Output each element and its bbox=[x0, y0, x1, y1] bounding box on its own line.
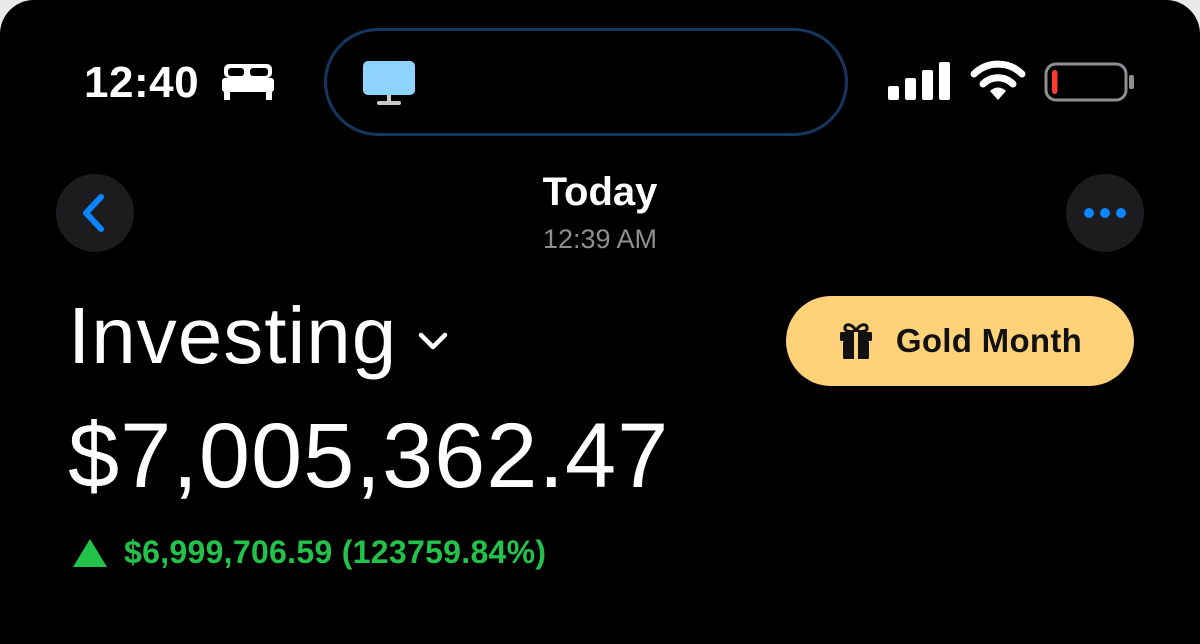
dynamic-island[interactable] bbox=[324, 28, 848, 136]
more-button[interactable] bbox=[1066, 174, 1144, 252]
page-title: Today bbox=[542, 170, 658, 214]
cellular-signal-icon bbox=[888, 62, 950, 100]
up-triangle-icon bbox=[73, 538, 107, 567]
battery-low-icon bbox=[1044, 62, 1134, 102]
change-value: $6,999,706.59 (123759.84%) bbox=[124, 534, 547, 570]
gold-month-button[interactable]: Gold Month bbox=[786, 296, 1134, 386]
phone-screen: 12:40 Today 12:39 AM Investing Gold Mont… bbox=[0, 0, 1200, 644]
account-selector[interactable]: Investing bbox=[68, 290, 453, 382]
gift-icon bbox=[839, 323, 872, 359]
account-balance: $7,005,362.47 bbox=[68, 405, 670, 507]
page-subtitle-time: 12:39 AM bbox=[542, 224, 658, 254]
gold-month-label: Gold Month bbox=[895, 322, 1083, 359]
ellipsis-icon bbox=[1084, 208, 1126, 218]
tv-icon bbox=[363, 61, 415, 105]
wifi-icon bbox=[970, 60, 1026, 100]
bed-icon bbox=[222, 64, 274, 100]
chevron-down-icon bbox=[418, 332, 448, 350]
account-name: Investing bbox=[68, 291, 398, 380]
status-time: 12:40 bbox=[84, 58, 200, 107]
balance-change: $6,999,706.59 (123759.84%) bbox=[72, 534, 546, 571]
